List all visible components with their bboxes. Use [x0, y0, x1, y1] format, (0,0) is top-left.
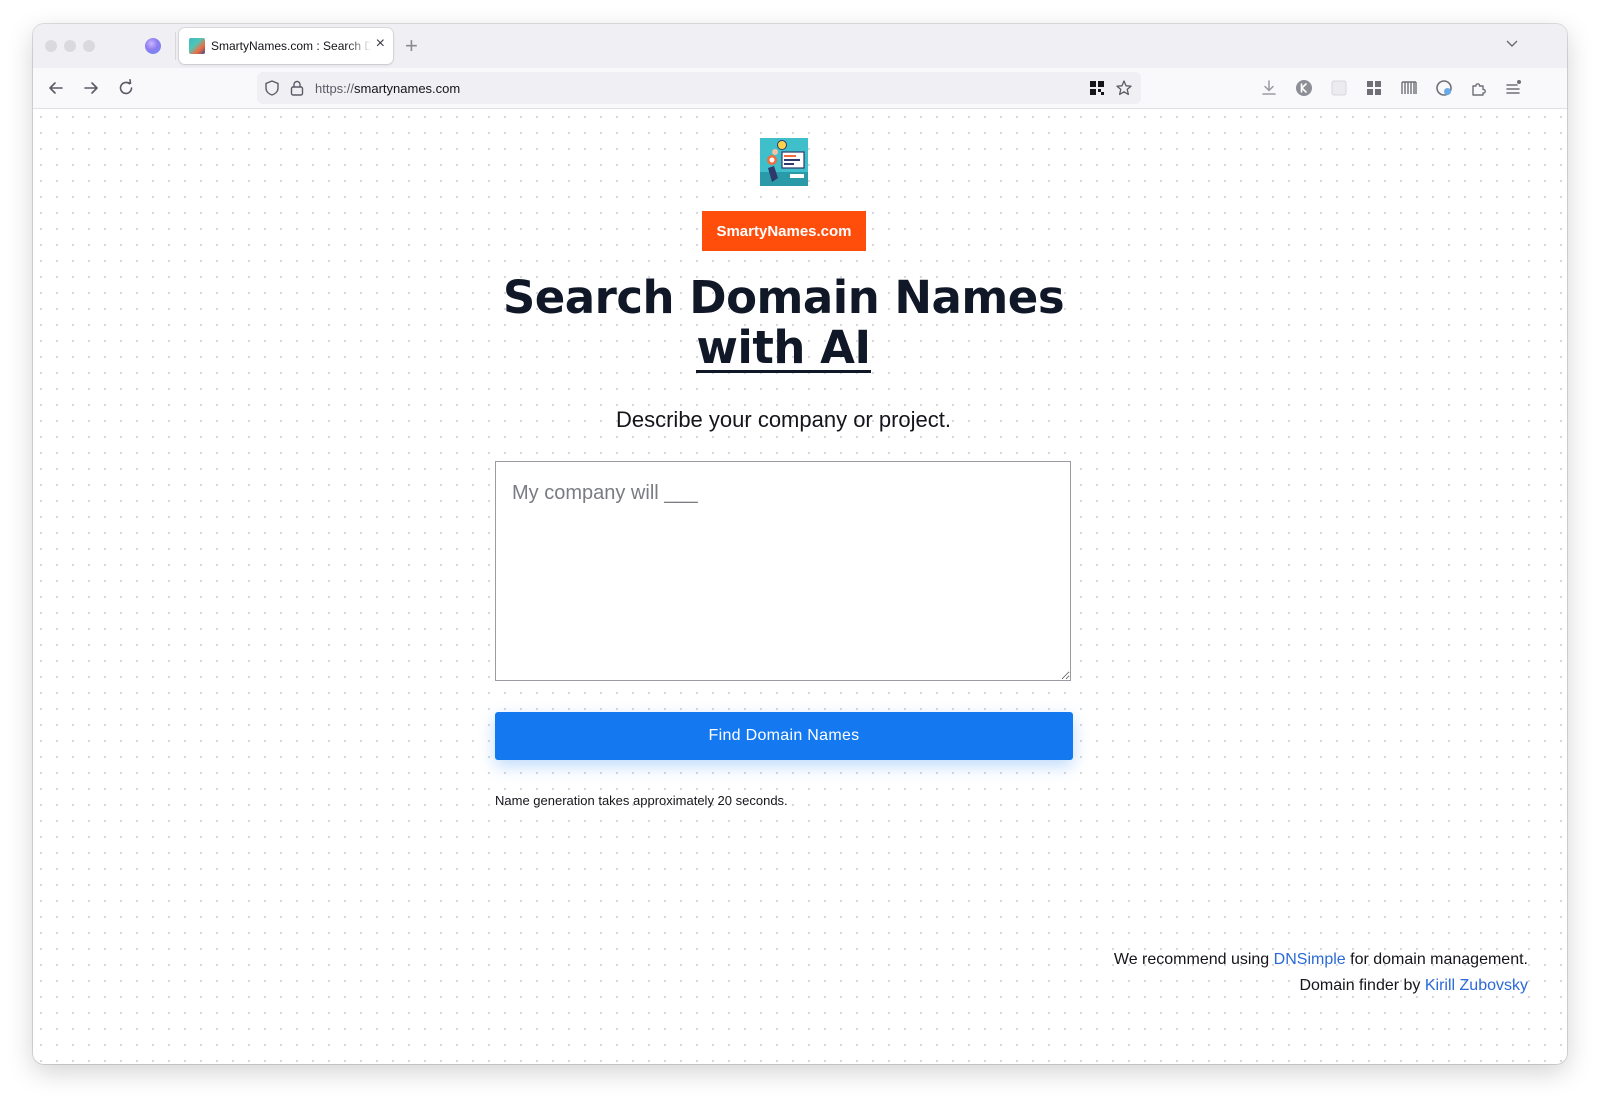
zoom-window-button[interactable]	[83, 40, 95, 52]
bookmark-star-icon[interactable]	[1115, 79, 1133, 97]
forward-arrow-icon[interactable]	[81, 78, 101, 98]
firefox-view-icon[interactable]	[145, 38, 161, 54]
close-window-button[interactable]	[45, 40, 57, 52]
recommendation-line: We recommend using DNSimple for domain m…	[1114, 947, 1528, 973]
barcode-extension-icon[interactable]	[1399, 78, 1419, 98]
downloads-icon[interactable]	[1259, 78, 1279, 98]
brand-badge: SmartyNames.com	[702, 211, 866, 251]
shield-icon[interactable]	[263, 79, 281, 97]
tab-strip: SmartyNames.com : Search Domain Names wi…	[33, 24, 1567, 68]
web-page: SmartyNames.com Search Domain Names with…	[33, 109, 1567, 1064]
credit-prefix: Domain finder by	[1299, 977, 1425, 994]
back-arrow-icon[interactable]	[46, 78, 66, 98]
heading-line-1: Search Domain Names	[502, 271, 1065, 324]
site-logo-illustration	[760, 138, 808, 186]
find-domain-names-button[interactable]: Find Domain Names	[495, 712, 1073, 760]
address-bar[interactable]: https://smartynames.com	[257, 72, 1141, 104]
page-footer: We recommend using DNSimple for domain m…	[1114, 947, 1528, 999]
navigation-toolbar: https://smartynames.com	[33, 68, 1567, 109]
author-link[interactable]: Kirill Zubovsky	[1425, 977, 1528, 994]
account-k-icon[interactable]	[1294, 78, 1314, 98]
active-tab[interactable]: SmartyNames.com : Search Domain Names wi…	[179, 28, 393, 64]
lock-icon[interactable]	[289, 79, 305, 97]
project-description-input[interactable]	[495, 461, 1071, 681]
browser-window: SmartyNames.com : Search Domain Names wi…	[33, 24, 1567, 1064]
extension-blank-icon[interactable]	[1329, 78, 1349, 98]
window-controls	[45, 40, 95, 52]
list-all-tabs-icon[interactable]	[1505, 36, 1519, 50]
url-text[interactable]: https://smartynames.com	[315, 81, 460, 96]
tab-divider	[175, 32, 176, 60]
recommendation-suffix: for domain management.	[1345, 951, 1528, 968]
extensions-puzzle-icon[interactable]	[1469, 78, 1489, 98]
recommendation-prefix: We recommend using	[1113, 951, 1274, 968]
credit-line: Domain finder by Kirill Zubovsky	[1114, 973, 1528, 999]
minimize-window-button[interactable]	[64, 40, 76, 52]
tab-close-icon[interactable]: ×	[376, 35, 385, 53]
qr-code-icon[interactable]	[1089, 80, 1105, 96]
privacy-extension-icon[interactable]	[1434, 78, 1454, 98]
dnsimple-link[interactable]: DNSimple	[1274, 951, 1346, 968]
url-scheme: https://	[315, 81, 355, 96]
url-host: smartynames.com	[354, 81, 461, 96]
site-favicon-icon	[189, 38, 205, 54]
reload-icon[interactable]	[116, 78, 136, 98]
tab-title: SmartyNames.com : Search Domain Names wi…	[211, 39, 371, 53]
generation-time-note: Name generation takes approximately 20 s…	[495, 793, 788, 808]
page-heading: Search Domain Names with AI	[433, 273, 1134, 373]
page-subtitle: Describe your company or project.	[615, 407, 952, 432]
grid-extension-icon[interactable]	[1364, 78, 1384, 98]
new-tab-button[interactable]: +	[405, 33, 418, 59]
heading-line-2-underlined: with AI	[696, 321, 871, 374]
app-menu-icon[interactable]	[1503, 78, 1523, 98]
